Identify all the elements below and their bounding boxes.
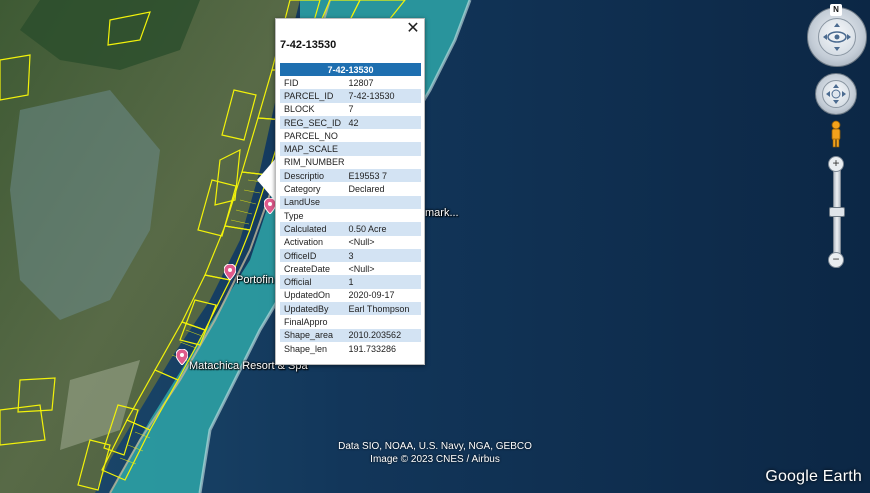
attribute-key: FID xyxy=(284,77,299,88)
satellite-map[interactable] xyxy=(0,0,870,493)
attribute-value: 0.50 Acre xyxy=(344,222,421,236)
attribute-value xyxy=(345,209,421,222)
attribute-row: FinalAppro xyxy=(280,315,421,328)
attribute-key: Shape_len xyxy=(284,343,328,354)
attribute-key: OfficeID xyxy=(280,248,345,263)
zoom-slider-thumb[interactable] xyxy=(829,207,845,217)
attribute-row: REG_SEC_ID 42 xyxy=(280,115,421,130)
attribute-value: <Null> xyxy=(348,263,375,274)
attribute-key: REG_SEC_ID xyxy=(280,115,345,130)
attribute-key: Category xyxy=(284,184,321,195)
attribute-key: PARCEL_NO xyxy=(284,130,338,141)
google-earth-logo: Google Earth xyxy=(765,468,862,485)
attribute-key: Descriptio xyxy=(280,169,345,183)
attribute-value: 191.733286 xyxy=(348,343,397,354)
look-around-icon[interactable] xyxy=(818,18,856,56)
attribute-key: LandUse xyxy=(280,195,345,209)
place-pin-icon[interactable] xyxy=(176,349,188,365)
attribute-key: Shape_area xyxy=(280,328,345,342)
attribution-imagery: Image © 2023 CNES / Airbus xyxy=(370,454,500,465)
portofino-label[interactable]: Portofin xyxy=(236,274,274,286)
attribute-value: E19553 7 xyxy=(344,169,421,183)
attribute-row: MAP_SCALE xyxy=(280,142,421,156)
attribute-row: Activation <Null> xyxy=(280,236,421,249)
attribute-key: PARCEL_ID xyxy=(280,89,345,103)
attribute-key: Type xyxy=(284,210,304,221)
hand-icon xyxy=(826,84,846,104)
north-indicator[interactable]: N xyxy=(830,4,842,16)
attribute-row: Shape_len 191.733286 xyxy=(280,342,421,355)
attribute-row: Category Declared xyxy=(280,182,421,195)
attribute-key: BLOCK xyxy=(284,104,315,115)
attribute-value xyxy=(345,315,421,328)
attribute-row: Type xyxy=(280,209,421,222)
attribute-value: 7-42-13530 xyxy=(344,89,421,103)
close-icon[interactable]: ✕ xyxy=(405,20,421,38)
attribute-key: MAP_SCALE xyxy=(280,142,345,156)
zoom-in-button[interactable]: + xyxy=(828,156,844,172)
attribute-value xyxy=(345,156,421,169)
attribute-row: PARCEL_ID 7-42-13530 xyxy=(280,89,421,103)
attribute-key: CreateDate xyxy=(284,263,331,274)
attribution-data-sources: Data SIO, NOAA, U.S. Navy, NGA, GEBCO xyxy=(338,441,532,452)
attribute-row: LandUse xyxy=(280,195,421,209)
attribute-key: Activation xyxy=(284,237,324,248)
attribute-table-header: 7-42-13530 xyxy=(280,63,421,76)
attribute-row: CreateDate <Null> xyxy=(280,262,421,275)
zoom-out-button[interactable]: − xyxy=(828,252,844,268)
move-arrows-icon[interactable] xyxy=(822,80,850,108)
attribute-row: UpdatedBy Earl Thompson xyxy=(280,302,421,316)
landmark-label-partial[interactable]: mark... xyxy=(425,207,459,219)
attribute-row: FID 12807 xyxy=(280,76,421,89)
attribute-table-body: FID 12807 PARCEL_ID 7-42-13530 BLOCK 7 REG_SEC… xyxy=(280,76,421,355)
attribute-key: Calculated xyxy=(280,222,345,236)
attribute-value: 3 xyxy=(344,248,421,263)
pegman-icon[interactable] xyxy=(828,120,844,148)
attribute-value xyxy=(345,129,421,142)
attribute-value: 2020-09-17 xyxy=(348,290,395,301)
map-attribution: Data SIO, NOAA, U.S. Navy, NGA, GEBCO Im… xyxy=(0,440,870,466)
attribute-row: Official 1 xyxy=(280,275,421,289)
attribute-key: RIM_NUMBER xyxy=(284,157,345,168)
attribute-value: 2010.203562 xyxy=(344,328,421,342)
attribute-value: 1 xyxy=(344,275,421,289)
attribute-value: 7 xyxy=(348,104,354,115)
popup-pointer xyxy=(257,158,276,202)
attribute-row: PARCEL_NO xyxy=(280,129,421,142)
attribute-value: 12807 xyxy=(348,77,374,88)
attribute-row: RIM_NUMBER xyxy=(280,156,421,169)
place-pin-icon[interactable] xyxy=(224,264,236,280)
attribute-row: BLOCK 7 xyxy=(280,103,421,116)
attribute-key: UpdatedBy xyxy=(280,302,345,316)
attribute-table: 7-42-13530 FID 12807 PARCEL_ID 7-42-13530 BL… xyxy=(280,63,421,355)
attribute-value: Declared xyxy=(348,184,385,195)
attribute-value xyxy=(344,195,421,209)
popup-title: 7-42-13530 xyxy=(280,39,337,51)
parcel-info-popup: ✕ 7-42-13530 7-42-13530 FID 12807 PARCEL_I… xyxy=(275,18,425,365)
attribute-row: Descriptio E19553 7 xyxy=(280,169,421,183)
attribute-value: 42 xyxy=(344,115,421,130)
attribute-key: FinalAppro xyxy=(284,316,328,327)
attribute-value xyxy=(344,142,421,156)
attribute-key: Official xyxy=(280,275,345,289)
attribute-key: UpdatedOn xyxy=(284,290,331,301)
attribute-row: UpdatedOn 2020-09-17 xyxy=(280,289,421,302)
attribute-row: OfficeID 3 xyxy=(280,248,421,263)
eye-icon xyxy=(823,23,851,51)
attribute-row: Shape_area 2010.203562 xyxy=(280,328,421,342)
attribute-row: Calculated 0.50 Acre xyxy=(280,222,421,236)
attribute-value: <Null> xyxy=(348,237,375,248)
attribute-value: Earl Thompson xyxy=(344,302,421,316)
